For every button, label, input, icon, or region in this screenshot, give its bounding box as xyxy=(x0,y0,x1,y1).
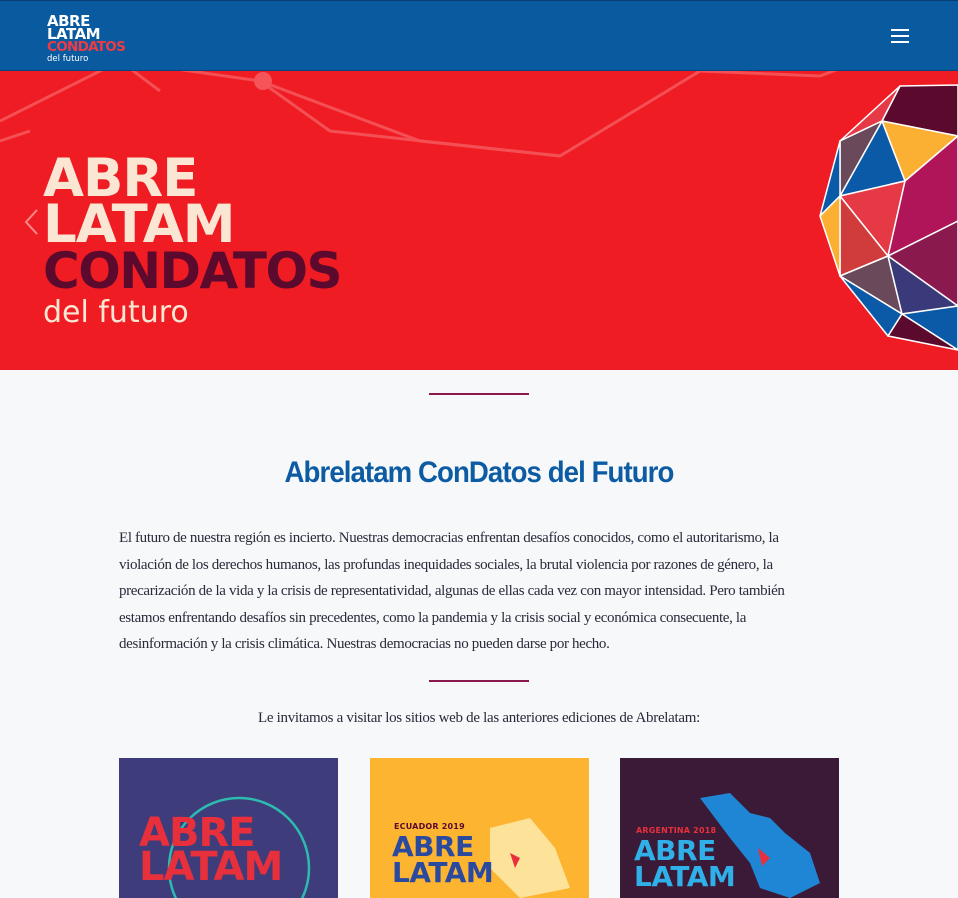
edition-card-3-line-2: LATAM xyxy=(634,860,736,893)
section-divider-middle xyxy=(429,680,529,682)
edition-card-3[interactable]: ARGENTINA 2018 ABRE LATAM xyxy=(620,758,839,898)
edition-card-1-title: ABRE LATAM xyxy=(139,813,283,890)
logo-line-4: del futuro xyxy=(47,54,89,64)
invite-text: Le invitamos a visitar los sitios web de… xyxy=(257,710,700,726)
hero-title: ABRE LATAM CONDATOS del futuro xyxy=(43,152,343,332)
edition-card-2[interactable]: ECUADOR 2019 ABRE LATAM xyxy=(370,758,589,898)
logo-line-3: CONDATOS xyxy=(47,39,126,55)
hero-banner: ABRE LATAM CONDATOS del futuro xyxy=(0,71,958,370)
edition-card-3-title: ABRE LATAM xyxy=(634,837,736,893)
abrelatam-logo[interactable]: ABRE LATAM CONDATOS del futuro xyxy=(47,14,137,65)
chevron-left-icon[interactable] xyxy=(22,207,42,237)
section-divider-top xyxy=(429,393,529,395)
intro-paragraph: El futuro de nuestra región es incierto.… xyxy=(119,530,785,652)
edition-card-2-title: ABRE LATAM xyxy=(392,833,494,889)
page-title: Abrelatam ConDatos del Futuro xyxy=(284,456,675,489)
hamburger-icon[interactable] xyxy=(890,28,910,46)
top-navbar: ABRE LATAM CONDATOS del futuro xyxy=(0,0,958,71)
edition-card-2-line-2: LATAM xyxy=(392,856,494,889)
edition-card-1[interactable]: ABRE LATAM xyxy=(119,758,338,898)
hero-line-3: CONDATOS xyxy=(43,242,343,300)
edition-card-1-line-2: LATAM xyxy=(139,844,283,890)
